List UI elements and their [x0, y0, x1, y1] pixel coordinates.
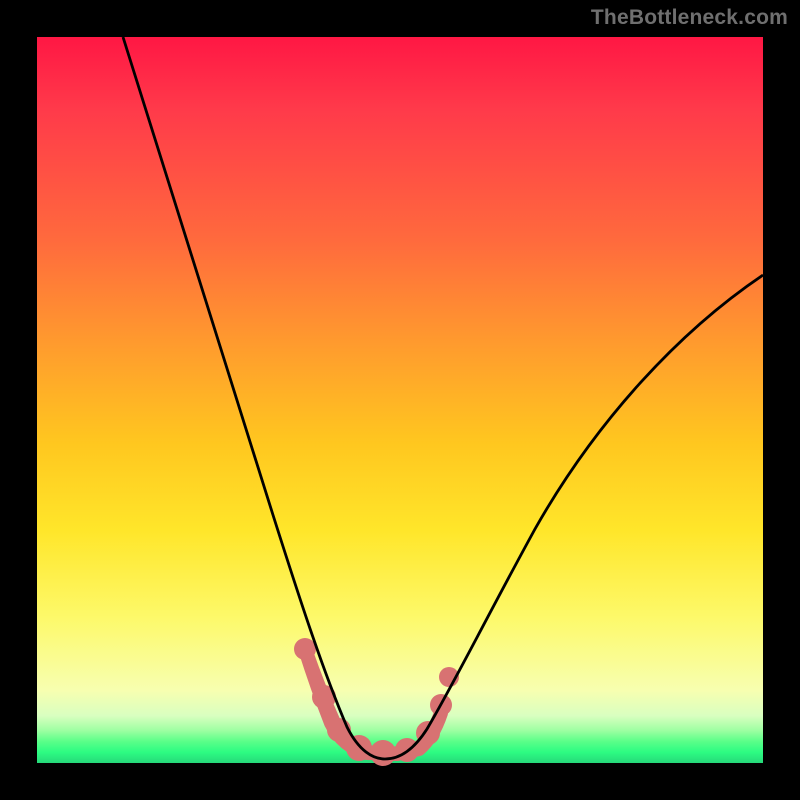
marker-dot	[370, 740, 396, 766]
marker-dot	[294, 638, 316, 660]
watermark-text: TheBottleneck.com	[591, 6, 788, 30]
marker-dot	[346, 735, 372, 761]
plot-area	[37, 37, 763, 763]
chart-svg	[37, 37, 763, 763]
chart-frame: TheBottleneck.com	[0, 0, 800, 800]
curve-line	[123, 37, 763, 759]
